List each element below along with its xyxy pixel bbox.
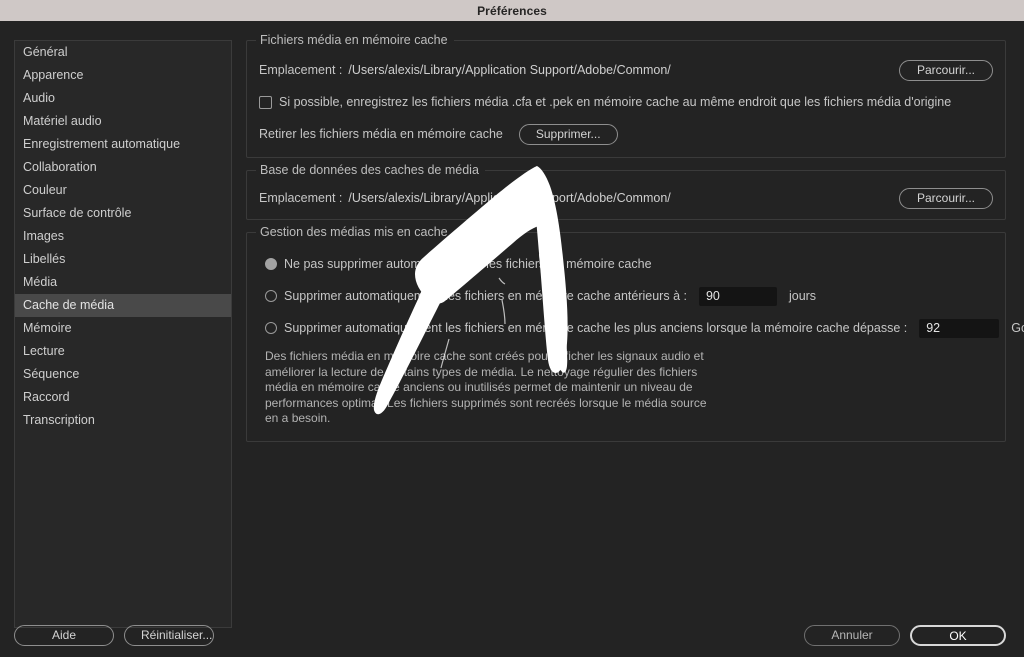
radio-option-delete-when-exceeds[interactable]: Supprimer automatiquement les fichiers e… (265, 317, 1024, 339)
cache-size-input[interactable] (919, 318, 1000, 338)
sidebar-item-general[interactable]: Général (15, 41, 231, 64)
radio-label-delete-when-exceeds: Supprimer automatiquement les fichiers e… (284, 321, 908, 335)
media-cache-delete-button[interactable]: Supprimer... (518, 123, 618, 145)
radio-label-delete-older-than: Supprimer automatiquement les fichiers e… (284, 289, 687, 303)
radio-icon-never-delete[interactable] (265, 258, 277, 270)
sidebar-item-audio[interactable]: Audio (15, 87, 231, 110)
sidebar-item-media[interactable]: Média (15, 271, 231, 294)
sidebar-item-transcription[interactable]: Transcription (15, 409, 231, 432)
database-location-label: Emplacement : (259, 191, 343, 205)
sidebar-item-images[interactable]: Images (15, 225, 231, 248)
group-media-cache-database-legend: Base de données des caches de média (256, 163, 485, 177)
sidebar-item-materiel-audio[interactable]: Matériel audio (15, 110, 231, 133)
help-button[interactable]: Aide (14, 625, 114, 646)
sidebar-item-enregistrement-automatique[interactable]: Enregistrement automatique (15, 133, 231, 156)
cache-size-unit-label: Go (1011, 321, 1024, 335)
sidebar-item-lecture[interactable]: Lecture (15, 340, 231, 363)
sidebar-item-collaboration[interactable]: Collaboration (15, 156, 231, 179)
media-cache-remove-label: Retirer les fichiers média en mémoire ca… (259, 127, 503, 141)
sidebar-item-libelles[interactable]: Libellés (15, 248, 231, 271)
media-cache-same-location-row[interactable]: Si possible, enregistrez les fichiers mé… (259, 91, 993, 113)
checkbox-icon-same-location[interactable] (259, 95, 272, 109)
radio-icon-delete-older-than[interactable] (265, 290, 277, 302)
media-cache-browse-button[interactable]: Parcourir... (899, 59, 993, 81)
preferences-category-list[interactable]: Général Apparence Audio Matériel audio E… (14, 40, 232, 628)
sidebar-item-cache-de-media[interactable]: Cache de média (15, 294, 231, 317)
dialog-footer: Aide Réinitialiser... Annuler OK (0, 625, 1024, 649)
cancel-button[interactable]: Annuler (804, 625, 900, 646)
sidebar-item-raccord[interactable]: Raccord (15, 386, 231, 409)
footer-left-buttons: Aide Réinitialiser... (14, 625, 214, 646)
radio-label-never-delete: Ne pas supprimer automatiquement les fic… (284, 257, 652, 271)
group-cached-media-management-legend: Gestion des médias mis en cache (256, 225, 454, 239)
media-cache-same-location-label: Si possible, enregistrez les fichiers mé… (279, 95, 952, 109)
radio-option-delete-older-than[interactable]: Supprimer automatiquement les fichiers e… (265, 285, 993, 307)
group-cached-media-management: Gestion des médias mis en cache Ne pas s… (246, 225, 1024, 442)
database-location-row: Emplacement : /Users/alexis/Library/Appl… (259, 187, 993, 209)
group-media-cache-files: Fichiers média en mémoire cache Emplacem… (246, 33, 1006, 158)
sidebar-item-apparence[interactable]: Apparence (15, 64, 231, 87)
database-location-value: /Users/alexis/Library/Application Suppor… (348, 191, 671, 205)
sidebar-item-sequence[interactable]: Séquence (15, 363, 231, 386)
footer-right-buttons: Annuler OK (804, 625, 1006, 646)
sidebar-item-memoire[interactable]: Mémoire (15, 317, 231, 340)
days-input[interactable] (698, 286, 777, 306)
preferences-content-panel: Fichiers média en mémoire cache Emplacem… (246, 33, 1024, 454)
window-titlebar: Préférences (0, 0, 1024, 21)
cached-media-description: Des fichiers média en mémoire cache sont… (265, 349, 707, 425)
reset-button[interactable]: Réinitialiser... (124, 625, 214, 646)
media-cache-location-value: /Users/alexis/Library/Application Suppor… (348, 63, 671, 77)
ok-button[interactable]: OK (910, 625, 1006, 646)
sidebar-item-couleur[interactable]: Couleur (15, 179, 231, 202)
sidebar-item-surface-de-controle[interactable]: Surface de contrôle (15, 202, 231, 225)
preferences-dialog: Général Apparence Audio Matériel audio E… (0, 21, 1024, 657)
radio-icon-delete-when-exceeds[interactable] (265, 322, 277, 334)
media-cache-remove-row: Retirer les fichiers média en mémoire ca… (259, 123, 993, 145)
group-media-cache-files-legend: Fichiers média en mémoire cache (256, 33, 454, 47)
days-unit-label: jours (788, 289, 817, 303)
media-cache-location-row: Emplacement : /Users/alexis/Library/Appl… (259, 59, 993, 81)
radio-option-never-delete[interactable]: Ne pas supprimer automatiquement les fic… (265, 253, 993, 275)
group-media-cache-database: Base de données des caches de média Empl… (246, 163, 1006, 220)
window-title: Préférences (477, 3, 547, 18)
database-browse-button[interactable]: Parcourir... (899, 187, 993, 209)
media-cache-location-label: Emplacement : (259, 63, 343, 77)
